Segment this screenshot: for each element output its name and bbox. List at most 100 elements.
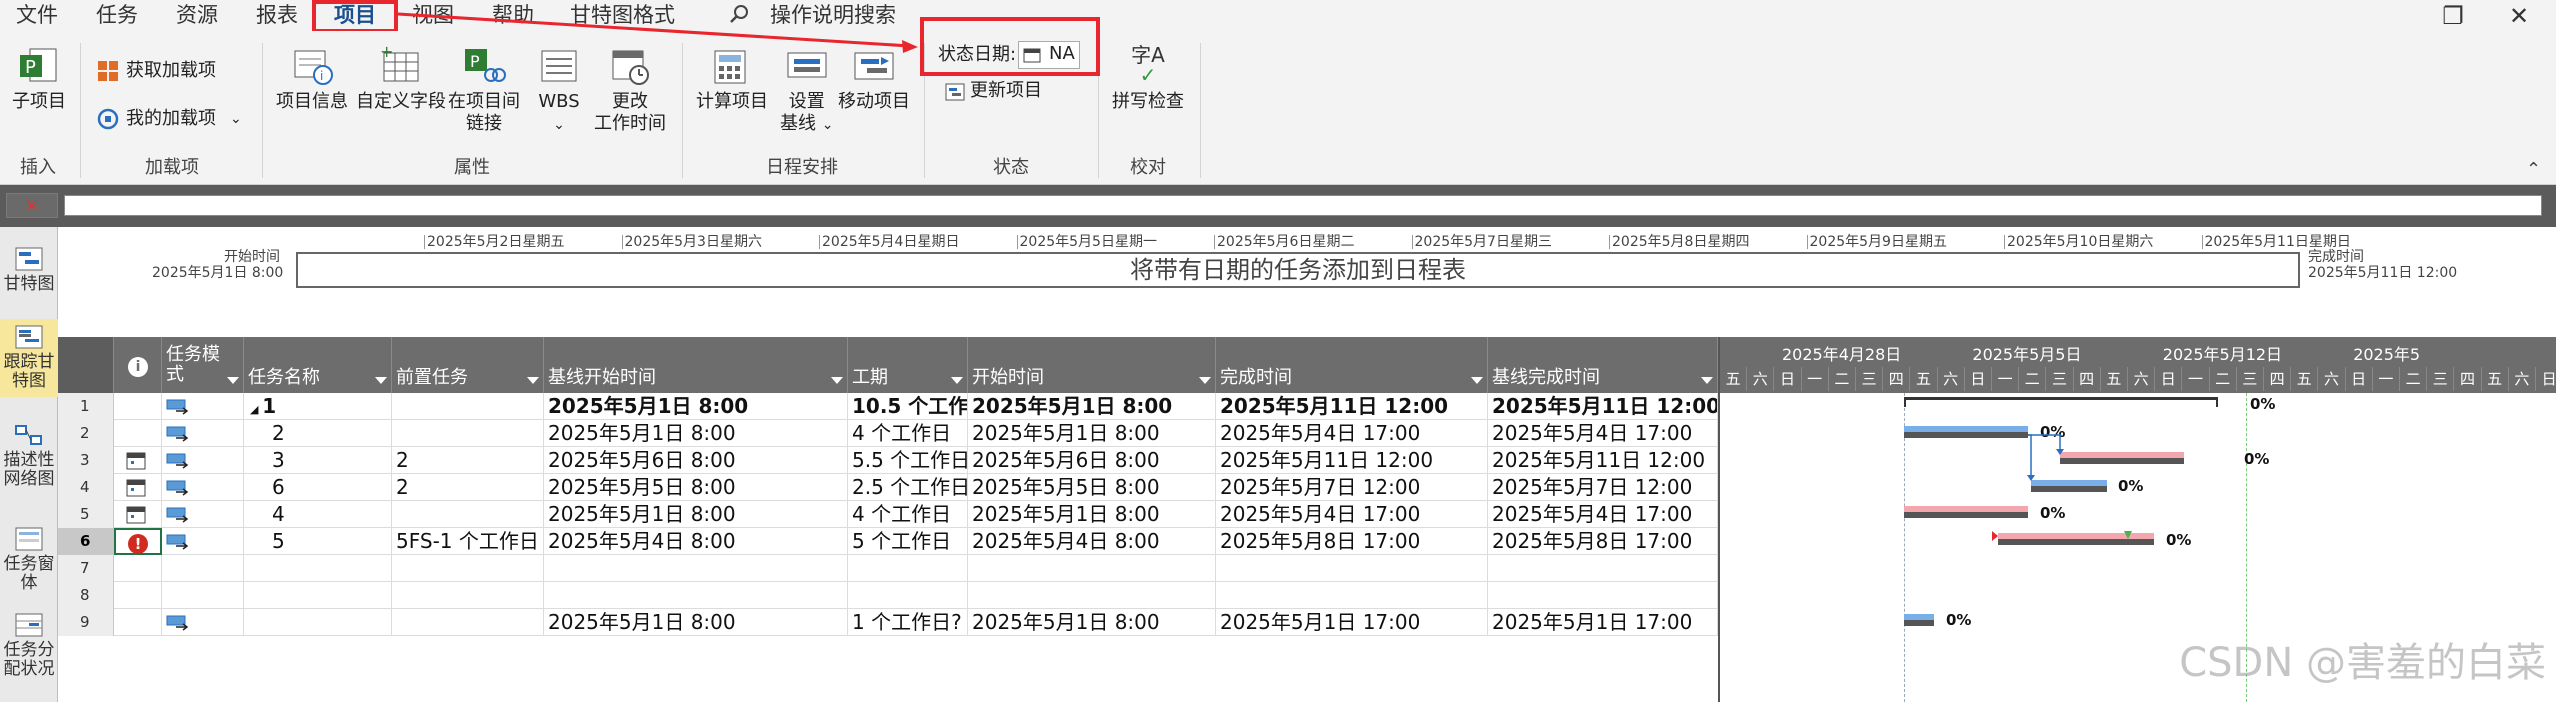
dur-cell[interactable]: 5 个工作日 bbox=[848, 528, 968, 555]
info-cell[interactable] bbox=[114, 420, 162, 447]
info-cell[interactable] bbox=[114, 582, 162, 609]
sort-arrow-icon[interactable] bbox=[227, 377, 239, 384]
timeline-placeholder[interactable]: 将带有日期的任务添加到日程表 bbox=[296, 252, 2300, 288]
view-task-form[interactable]: 任务窗体 bbox=[0, 527, 58, 593]
header-baseline-start[interactable]: 基线开始时间 bbox=[544, 337, 848, 393]
dur-cell[interactable] bbox=[848, 555, 968, 582]
dur-cell[interactable]: 1 个工作日? bbox=[848, 609, 968, 636]
name-cell[interactable]: ◢ 1 bbox=[244, 393, 392, 420]
dur-cell[interactable] bbox=[848, 582, 968, 609]
bstart-cell[interactable]: 2025年5月1日 8:00 bbox=[544, 420, 848, 447]
timeline[interactable]: 2025年5月2日星期五 2025年5月3日星期六 2025年5月4日星期日 2025… bbox=[58, 227, 2556, 337]
task-mode-cell[interactable] bbox=[162, 474, 244, 501]
header-task-name[interactable]: 任务名称 bbox=[244, 337, 392, 393]
collapse-ribbon-icon[interactable]: ⌃ bbox=[2526, 159, 2541, 180]
pred-cell[interactable]: 5FS-1 个工作日 bbox=[392, 528, 544, 555]
row-number[interactable]: 8 bbox=[58, 582, 114, 609]
bfinish-cell[interactable]: 2025年5月11日 12:00 bbox=[1488, 447, 1718, 474]
view-gantt[interactable]: 甘特图 bbox=[0, 247, 58, 294]
task-mode-cell[interactable] bbox=[162, 528, 244, 555]
task-mode-cell[interactable] bbox=[162, 447, 244, 474]
bstart-cell[interactable] bbox=[544, 555, 848, 582]
name-cell[interactable] bbox=[244, 609, 392, 636]
info-cell[interactable] bbox=[114, 609, 162, 636]
finish-cell[interactable]: 2025年5月4日 17:00 bbox=[1216, 501, 1488, 528]
sort-arrow-icon[interactable] bbox=[527, 377, 539, 384]
info-cell[interactable] bbox=[114, 447, 162, 474]
finish-cell[interactable]: 2025年5月8日 17:00 bbox=[1216, 528, 1488, 555]
view-tracking-gantt[interactable]: 跟踪甘特图 bbox=[0, 319, 58, 397]
table-row[interactable]: 7 bbox=[58, 555, 1718, 582]
start-cell[interactable]: 2025年5月6日 8:00 bbox=[968, 447, 1216, 474]
name-cell[interactable] bbox=[244, 582, 392, 609]
header-baseline-finish[interactable]: 基线完成时间 bbox=[1488, 337, 1718, 393]
bfinish-cell[interactable]: 2025年5月11日 12:00 bbox=[1488, 393, 1718, 420]
start-cell[interactable]: 2025年5月4日 8:00 bbox=[968, 528, 1216, 555]
start-cell[interactable]: 2025年5月1日 8:00 bbox=[968, 393, 1216, 420]
row-number[interactable]: 4 bbox=[58, 474, 114, 501]
start-cell[interactable]: 2025年5月1日 8:00 bbox=[968, 501, 1216, 528]
table-row[interactable]: 4 6 2 2025年5月5日 8:00 2.5 个工作日 2025年5月5日 8:00 2… bbox=[58, 474, 1718, 501]
sort-arrow-icon[interactable] bbox=[1701, 377, 1713, 384]
dur-cell[interactable]: 2.5 个工作日 bbox=[848, 474, 968, 501]
cancel-entry-icon[interactable]: ✕ bbox=[6, 193, 58, 218]
info-cell[interactable] bbox=[114, 393, 162, 420]
select-all-corner[interactable] bbox=[58, 337, 114, 393]
finish-cell[interactable]: 2025年5月11日 12:00 bbox=[1216, 447, 1488, 474]
bfinish-cell[interactable]: 2025年5月4日 17:00 bbox=[1488, 420, 1718, 447]
finish-cell[interactable]: 2025年5月11日 12:00 bbox=[1216, 393, 1488, 420]
sort-arrow-icon[interactable] bbox=[1199, 377, 1211, 384]
table-row[interactable]: 9 2025年5月1日 8:00 1 个工作日? 2025年5月1日 8:00 2025… bbox=[58, 609, 1718, 636]
dur-cell[interactable]: 4 个工作日 bbox=[848, 501, 968, 528]
pred-cell[interactable] bbox=[392, 420, 544, 447]
collapse-triangle-icon[interactable]: ◢ bbox=[250, 403, 262, 416]
table-row[interactable]: 8 bbox=[58, 582, 1718, 609]
bfinish-cell[interactable]: 2025年5月1日 17:00 bbox=[1488, 609, 1718, 636]
bstart-cell[interactable]: 2025年5月1日 8:00 bbox=[544, 393, 848, 420]
name-cell[interactable]: 3 bbox=[244, 447, 392, 474]
bfinish-cell[interactable] bbox=[1488, 555, 1718, 582]
name-cell[interactable]: 5 bbox=[244, 528, 392, 555]
row-number[interactable]: 2 bbox=[58, 420, 114, 447]
header-finish[interactable]: 完成时间 bbox=[1216, 337, 1488, 393]
bstart-cell[interactable]: 2025年5月4日 8:00 bbox=[544, 528, 848, 555]
task-mode-cell[interactable] bbox=[162, 420, 244, 447]
table-row[interactable]: 3 3 2 2025年5月6日 8:00 5.5 个工作日 2025年5月6日 8:00 2… bbox=[58, 447, 1718, 474]
finish-cell[interactable]: 2025年5月1日 17:00 bbox=[1216, 609, 1488, 636]
info-cell[interactable]: ! bbox=[114, 528, 162, 555]
start-cell[interactable] bbox=[968, 555, 1216, 582]
bfinish-cell[interactable] bbox=[1488, 582, 1718, 609]
task-mode-cell[interactable] bbox=[162, 501, 244, 528]
row-number[interactable]: 1 bbox=[58, 393, 114, 420]
dur-cell[interactable]: 10.5 个工作日 bbox=[848, 393, 968, 420]
start-cell[interactable] bbox=[968, 582, 1216, 609]
finish-cell[interactable] bbox=[1216, 555, 1488, 582]
pred-cell[interactable]: 2 bbox=[392, 447, 544, 474]
header-duration[interactable]: 工期 bbox=[848, 337, 968, 393]
bfinish-cell[interactable]: 2025年5月7日 12:00 bbox=[1488, 474, 1718, 501]
name-cell[interactable]: 4 bbox=[244, 501, 392, 528]
pred-cell[interactable]: 2 bbox=[392, 474, 544, 501]
name-cell[interactable] bbox=[244, 555, 392, 582]
table-row[interactable]: 1 ◢ 1 2025年5月1日 8:0010.5 个工作日2025年5月1日 8:0… bbox=[58, 393, 1718, 420]
bstart-cell[interactable]: 2025年5月5日 8:00 bbox=[544, 474, 848, 501]
bstart-cell[interactable]: 2025年5月1日 8:00 bbox=[544, 609, 848, 636]
task-mode-cell[interactable] bbox=[162, 609, 244, 636]
sort-arrow-icon[interactable] bbox=[375, 377, 387, 384]
start-cell[interactable]: 2025年5月1日 8:00 bbox=[968, 420, 1216, 447]
finish-cell[interactable]: 2025年5月4日 17:00 bbox=[1216, 420, 1488, 447]
dur-cell[interactable]: 4 个工作日 bbox=[848, 420, 968, 447]
info-cell[interactable] bbox=[114, 474, 162, 501]
sort-arrow-icon[interactable] bbox=[1471, 377, 1483, 384]
entry-input[interactable] bbox=[64, 195, 2542, 216]
info-cell[interactable] bbox=[114, 501, 162, 528]
view-task-usage[interactable]: 任务分配状况 bbox=[0, 613, 58, 679]
start-cell[interactable]: 2025年5月1日 8:00 bbox=[968, 609, 1216, 636]
row-number[interactable]: 7 bbox=[58, 555, 114, 582]
row-number[interactable]: 5 bbox=[58, 501, 114, 528]
bfinish-cell[interactable]: 2025年5月4日 17:00 bbox=[1488, 501, 1718, 528]
dur-cell[interactable]: 5.5 个工作日 bbox=[848, 447, 968, 474]
pred-cell[interactable] bbox=[392, 609, 544, 636]
start-cell[interactable]: 2025年5月5日 8:00 bbox=[968, 474, 1216, 501]
table-row[interactable]: 5 4 2025年5月1日 8:00 4 个工作日 2025年5月1日 8:00 2025… bbox=[58, 501, 1718, 528]
